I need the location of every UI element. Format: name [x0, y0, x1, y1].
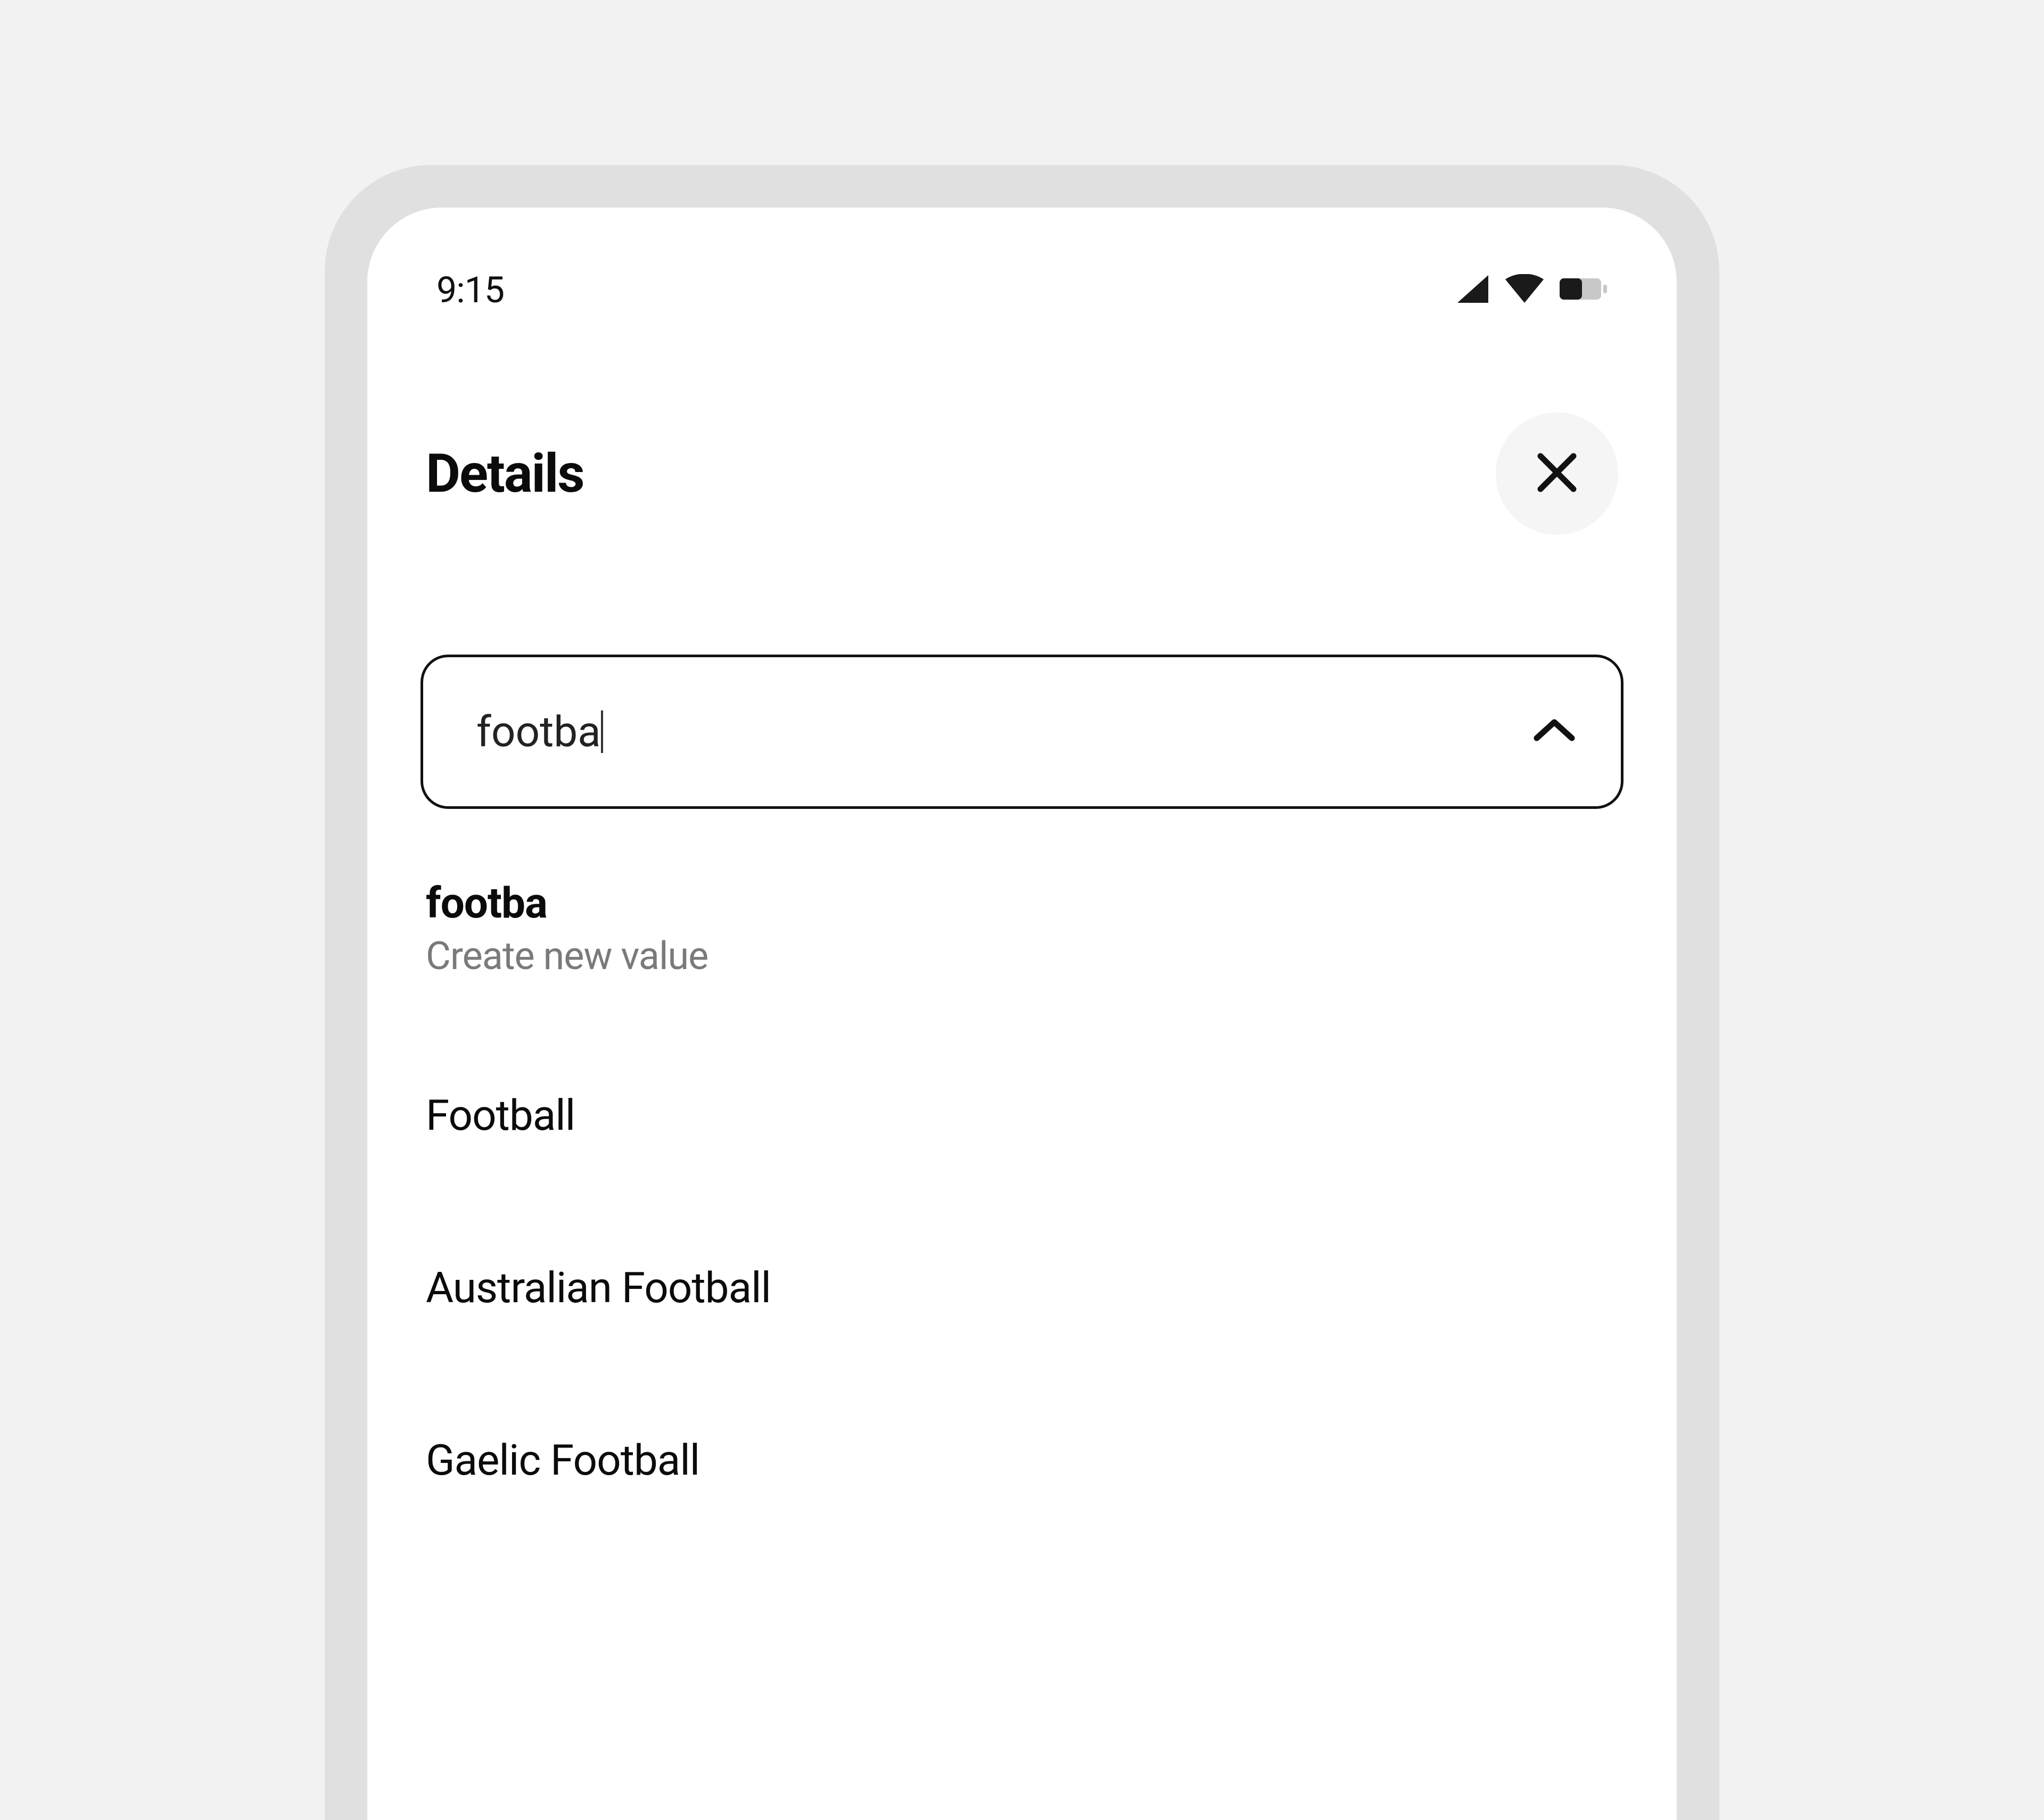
- phone-frame: 9:15: [325, 165, 1719, 1820]
- status-time: 9:15: [436, 269, 504, 311]
- list-item[interactable]: Gaelic Football: [421, 1435, 1623, 1485]
- wifi-icon: [1504, 274, 1545, 306]
- list-item[interactable]: Football: [421, 1090, 1623, 1140]
- phone-screen: 9:15: [367, 208, 1677, 1820]
- create-new-option[interactable]: footba Create new value: [421, 878, 1623, 979]
- create-new-subtitle: Create new value: [426, 933, 1618, 979]
- create-new-title: footba: [426, 878, 1618, 928]
- status-bar: 9:15: [421, 266, 1623, 314]
- close-button[interactable]: [1496, 412, 1618, 535]
- battery-icon: [1560, 277, 1608, 303]
- search-input[interactable]: footba: [476, 707, 603, 757]
- header-row: Details: [421, 412, 1623, 535]
- list-item[interactable]: Australian Football: [421, 1263, 1623, 1313]
- search-input-value: footba: [476, 707, 601, 757]
- status-icons: [1456, 274, 1608, 306]
- chevron-up-icon: [1530, 717, 1578, 747]
- cellular-icon: [1456, 274, 1489, 306]
- page-title: Details: [426, 443, 584, 505]
- close-icon: [1533, 449, 1581, 499]
- text-caret: [601, 710, 603, 753]
- search-combobox[interactable]: footba: [421, 655, 1623, 809]
